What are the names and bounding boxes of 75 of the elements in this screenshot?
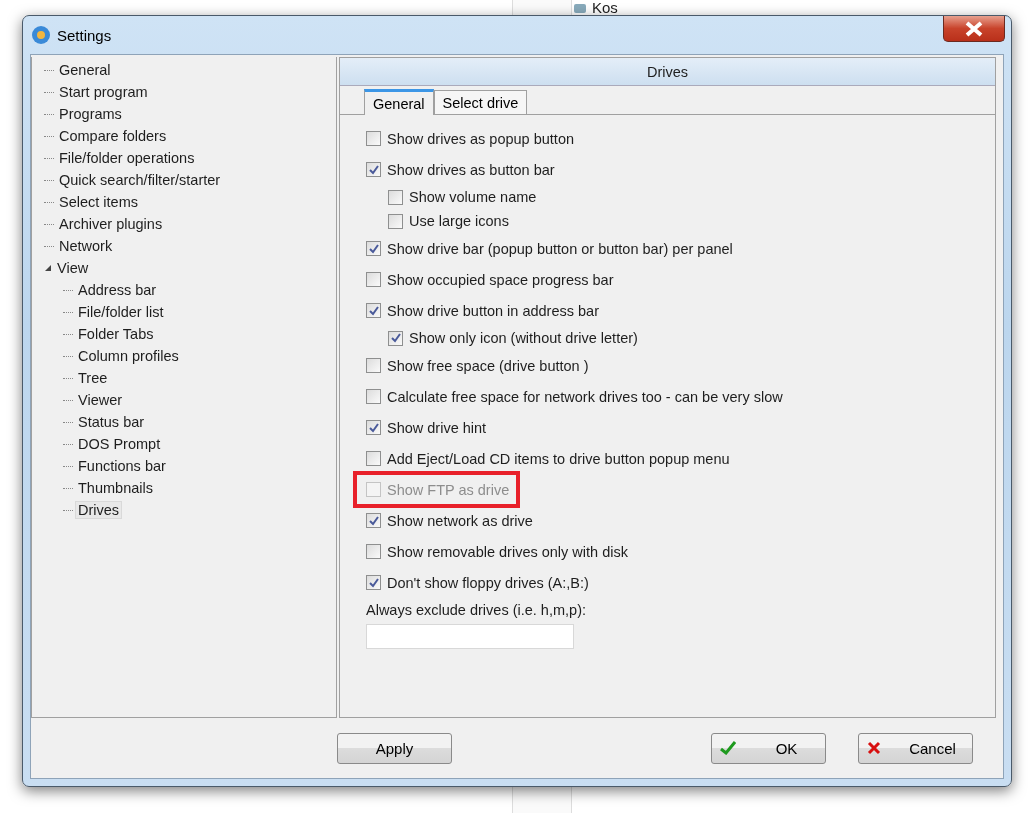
option-label: Show network as drive — [387, 512, 533, 529]
tree-item[interactable]: Drives — [75, 501, 123, 519]
tree-item[interactable]: Status bar — [75, 413, 148, 431]
apply-button[interactable]: Apply — [337, 732, 452, 764]
panel-title: Drives — [646, 63, 689, 80]
checkbox[interactable] — [366, 131, 381, 146]
tree-item[interactable]: Compare folders — [56, 127, 170, 145]
checkbox[interactable] — [366, 241, 381, 256]
checkbox[interactable] — [366, 162, 381, 177]
checkmark-icon — [368, 422, 379, 433]
cancel-button[interactable]: Cancel — [858, 732, 973, 764]
x-icon — [867, 741, 881, 755]
tree-item[interactable]: General — [56, 61, 114, 79]
checkmark-icon — [368, 164, 379, 175]
checkbox[interactable] — [366, 513, 381, 528]
checkmark-icon — [720, 741, 736, 755]
checkbox[interactable] — [388, 330, 403, 346]
option-label: Show drive button in address bar — [387, 302, 599, 319]
tree-item[interactable]: View — [54, 259, 92, 277]
option-label: Add Eject/Load CD items to drive button popup menu — [387, 450, 730, 467]
checkbox[interactable] — [366, 544, 381, 559]
checkbox[interactable] — [366, 575, 381, 590]
checkmark-icon — [368, 305, 379, 316]
close-icon — [963, 20, 985, 37]
option-label: Calculate free space for network drives too - can be very slow — [387, 388, 783, 405]
tree-item[interactable]: Column profiles — [75, 347, 182, 365]
option-label: Show removable drives only with disk — [387, 543, 628, 560]
tree-item[interactable]: Tree — [75, 369, 111, 387]
input-field[interactable] — [366, 624, 574, 649]
option-label: Show drives as button bar — [387, 161, 555, 178]
checkbox[interactable] — [366, 389, 381, 404]
checkmark-icon — [390, 333, 401, 343]
option-label: Show volume name — [409, 189, 537, 205]
option-label: Show drive bar (popup button or button bar) per panel — [387, 240, 733, 257]
checkbox[interactable] — [388, 213, 403, 229]
option-label: Show only icon (without drive letter) — [409, 330, 638, 346]
tree-item[interactable]: File/folder list — [75, 303, 167, 321]
checkbox[interactable] — [366, 451, 381, 466]
checkmark-icon — [368, 515, 379, 526]
checkmark-icon — [368, 243, 379, 254]
close-button[interactable] — [943, 16, 1005, 42]
tab[interactable]: Select drive — [433, 90, 528, 114]
option-label: Show drive hint — [387, 419, 487, 436]
checkbox[interactable] — [366, 420, 381, 435]
option-label: Show FTP as drive — [387, 481, 510, 498]
tree-item[interactable]: Address bar — [75, 281, 160, 299]
tree-item[interactable]: DOS Prompt — [75, 435, 164, 453]
tree-item[interactable]: Programs — [56, 105, 125, 123]
checkbox[interactable] — [366, 303, 381, 318]
checkbox[interactable] — [366, 272, 381, 287]
tree-item[interactable]: Archiver plugins — [56, 215, 166, 233]
tree-item[interactable]: Network — [56, 237, 116, 255]
app-icon — [31, 25, 51, 45]
tree-item[interactable]: Functions bar — [75, 457, 169, 475]
ok-button[interactable]: OK — [711, 732, 826, 764]
tree-item[interactable]: Viewer — [75, 391, 126, 409]
tree-item[interactable]: Select items — [56, 193, 141, 211]
expanded-triangle-icon[interactable] — [44, 264, 52, 272]
option-label: Don't show floppy drives (A:,B:) — [387, 574, 589, 591]
tree-item[interactable]: Folder Tabs — [75, 325, 157, 343]
tree-item[interactable]: File/folder operations — [56, 149, 198, 167]
tab[interactable]: General — [364, 89, 434, 115]
checkbox[interactable] — [366, 358, 381, 373]
checkbox[interactable] — [388, 189, 403, 205]
checkmark-icon — [368, 577, 379, 588]
tree-item[interactable]: Quick search/filter/starter — [56, 171, 224, 189]
background-item-label: Kos — [592, 0, 618, 16]
tree-item[interactable]: Thumbnails — [75, 479, 156, 497]
option-label: Show drives as popup button — [387, 130, 574, 147]
window-title: Settings — [57, 26, 113, 44]
tree-item[interactable]: Start program — [56, 83, 151, 101]
field-label: Always exclude drives (i.e. h,m,p): — [366, 602, 587, 618]
option-label: Use large icons — [409, 213, 509, 229]
option-label: Show free space (drive button ) — [387, 357, 589, 374]
option-label: Show occupied space progress bar — [387, 271, 614, 288]
